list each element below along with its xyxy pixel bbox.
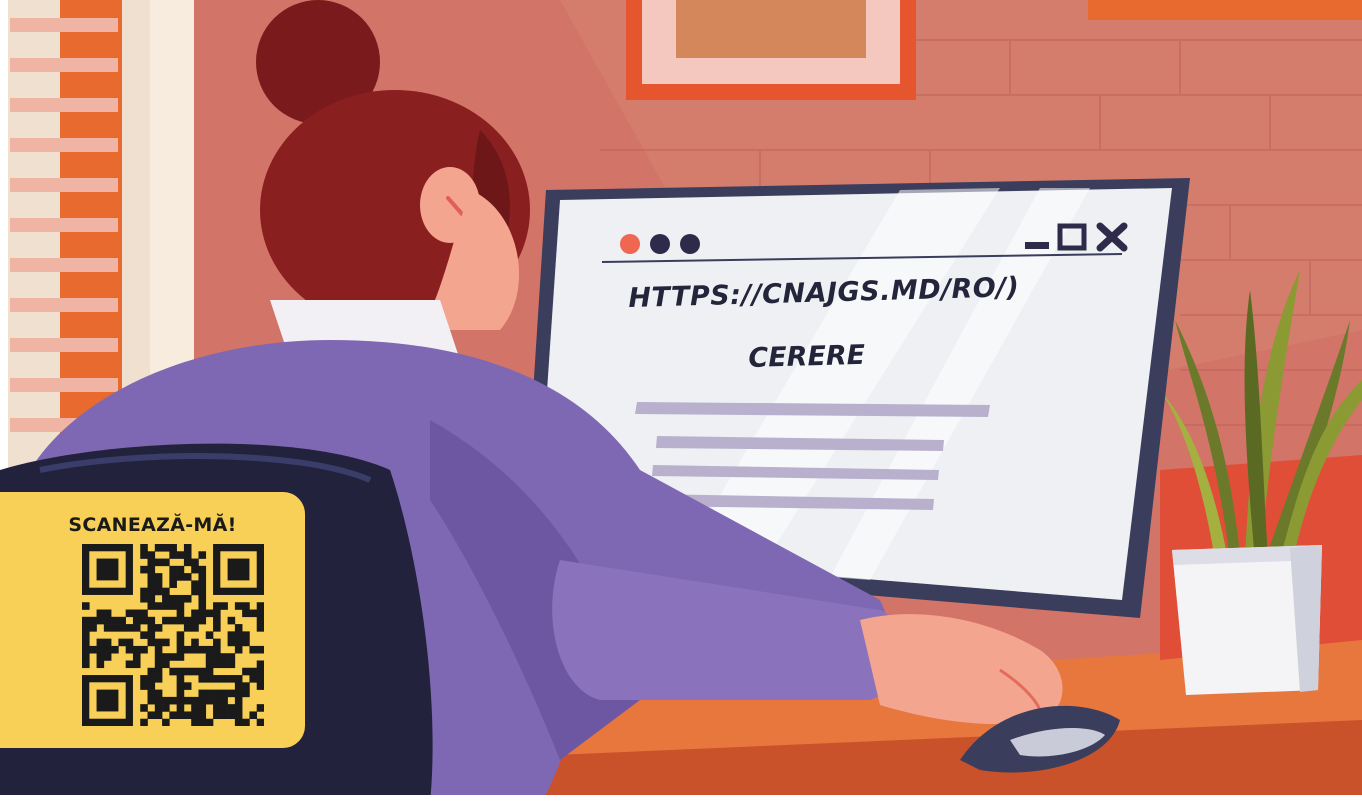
qr-label: SCANEAZĂ-MĂ! — [68, 514, 237, 536]
minimize-icon[interactable] — [1025, 242, 1049, 249]
window-dot-dark[interactable] — [680, 234, 700, 254]
illustration: HTTPS://CNAJGS.MD/RO/) CERERE SCANEAZĂ-M… — [0, 0, 1362, 803]
window-dot-red[interactable] — [620, 234, 640, 254]
qr-code[interactable] — [82, 544, 264, 726]
shelf — [1088, 0, 1362, 20]
window-dot-dark[interactable] — [650, 234, 670, 254]
page-title: CERERE — [748, 339, 866, 374]
